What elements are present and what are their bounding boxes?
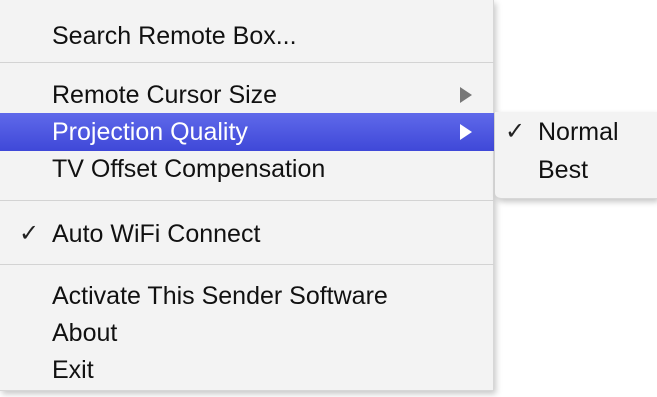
menu-item-search-remote-box[interactable]: Search Remote Box... xyxy=(0,17,494,55)
menu-item-about[interactable]: About xyxy=(0,314,494,352)
checkmark-icon: ✓ xyxy=(19,220,40,247)
menu-item-projection-quality[interactable]: Projection Quality xyxy=(0,113,494,151)
menu-item-label: Search Remote Box... xyxy=(52,22,297,50)
menu-item-remote-cursor-size[interactable]: Remote Cursor Size xyxy=(0,76,494,114)
menu-separator xyxy=(0,200,494,201)
menu-item-tv-offset-compensation[interactable]: TV Offset Compensation xyxy=(0,150,494,188)
submenu-item-label: Normal xyxy=(538,118,619,146)
menu-item-label: Remote Cursor Size xyxy=(52,81,278,109)
menu-separator xyxy=(0,62,494,63)
checkmark-icon: ✓ xyxy=(505,118,526,145)
screen: Search Remote Box... Remote Cursor Size … xyxy=(0,0,657,397)
submenu-item-label: Best xyxy=(538,156,589,184)
menu-item-activate-sender-software[interactable]: Activate This Sender Software xyxy=(0,277,494,315)
menu-separator xyxy=(0,264,494,265)
projection-quality-submenu: ✓ Normal Best xyxy=(495,112,657,199)
submenu-item-best[interactable]: Best xyxy=(495,151,657,189)
menu-item-label: About xyxy=(52,319,118,347)
menu-item-label: TV Offset Compensation xyxy=(52,155,326,183)
menu-item-auto-wifi-connect[interactable]: ✓ Auto WiFi Connect xyxy=(0,215,494,253)
menu-item-label: Exit xyxy=(52,356,94,384)
menu-item-label: Auto WiFi Connect xyxy=(52,220,261,248)
menu-item-exit[interactable]: Exit xyxy=(0,351,494,389)
submenu-arrow-icon xyxy=(460,124,472,140)
context-menu: Search Remote Box... Remote Cursor Size … xyxy=(0,0,494,391)
menu-item-label: Activate This Sender Software xyxy=(52,282,388,310)
submenu-arrow-icon xyxy=(460,87,472,103)
menu-item-label: Projection Quality xyxy=(52,118,248,146)
submenu-item-normal[interactable]: ✓ Normal xyxy=(495,113,657,151)
